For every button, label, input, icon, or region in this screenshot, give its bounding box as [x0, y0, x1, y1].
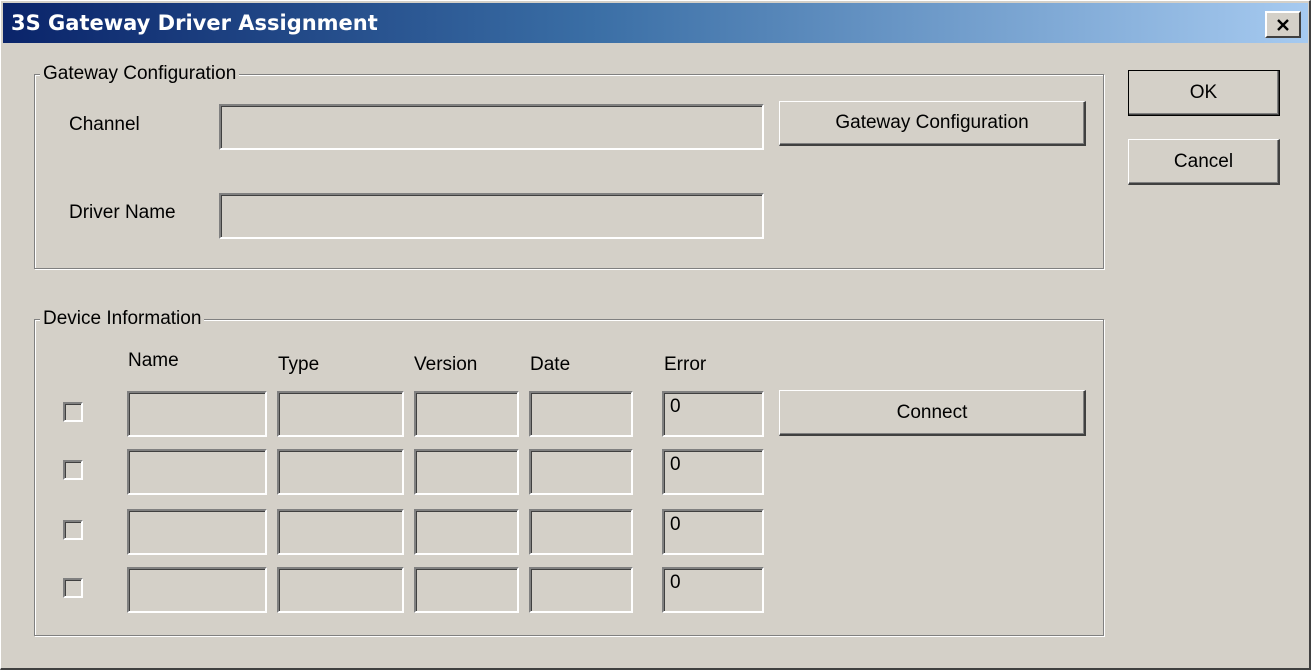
device-type-field[interactable] [277, 449, 404, 495]
device-version-field[interactable] [414, 449, 519, 495]
device-version-field[interactable] [414, 567, 519, 613]
column-header-name: Name [128, 350, 179, 371]
title-bar[interactable]: 3S Gateway Driver Assignment [3, 3, 1308, 43]
device-error-field[interactable]: 0 [662, 509, 764, 555]
device-date-field[interactable] [529, 567, 633, 613]
driver-name-label: Driver Name [69, 202, 176, 223]
ok-button[interactable]: OK [1128, 70, 1280, 116]
channel-label: Channel [69, 114, 140, 135]
device-date-field[interactable] [529, 509, 633, 555]
column-header-date: Date [530, 354, 571, 375]
device-name-field[interactable] [127, 567, 267, 613]
window-title: 3S Gateway Driver Assignment [11, 11, 378, 35]
device-type-field[interactable] [277, 567, 404, 613]
close-icon [1277, 18, 1289, 31]
cancel-button[interactable]: Cancel [1128, 139, 1280, 185]
device-row-checkbox[interactable] [63, 520, 83, 540]
device-date-field[interactable] [529, 449, 633, 495]
column-header-version: Version [414, 354, 478, 375]
device-name-field[interactable] [127, 509, 267, 555]
device-name-field[interactable] [127, 391, 267, 437]
device-version-field[interactable] [414, 509, 519, 555]
close-button[interactable] [1265, 11, 1301, 38]
device-type-field[interactable] [277, 391, 404, 437]
device-version-field[interactable] [414, 391, 519, 437]
driver-name-field[interactable] [219, 193, 764, 239]
device-error-field[interactable]: 0 [662, 449, 764, 495]
device-row-checkbox[interactable] [63, 402, 83, 422]
gateway-configuration-button[interactable]: Gateway Configuration [779, 101, 1086, 146]
device-type-field[interactable] [277, 509, 404, 555]
device-error-field[interactable]: 0 [662, 567, 764, 613]
device-row-checkbox[interactable] [63, 460, 83, 480]
gateway-configuration-legend: Gateway Configuration [40, 62, 240, 86]
column-header-error: Error [664, 354, 707, 375]
device-date-field[interactable] [529, 391, 633, 437]
gateway-driver-assignment-dialog: 3S Gateway Driver Assignment Gateway Con… [0, 0, 1311, 670]
column-header-type: Type [278, 354, 320, 375]
device-information-legend: Device Information [40, 307, 205, 331]
device-row-checkbox[interactable] [63, 578, 83, 598]
device-name-field[interactable] [127, 449, 267, 495]
channel-field[interactable] [219, 104, 764, 150]
connect-button[interactable]: Connect [779, 390, 1086, 436]
device-error-field[interactable]: 0 [662, 391, 764, 437]
